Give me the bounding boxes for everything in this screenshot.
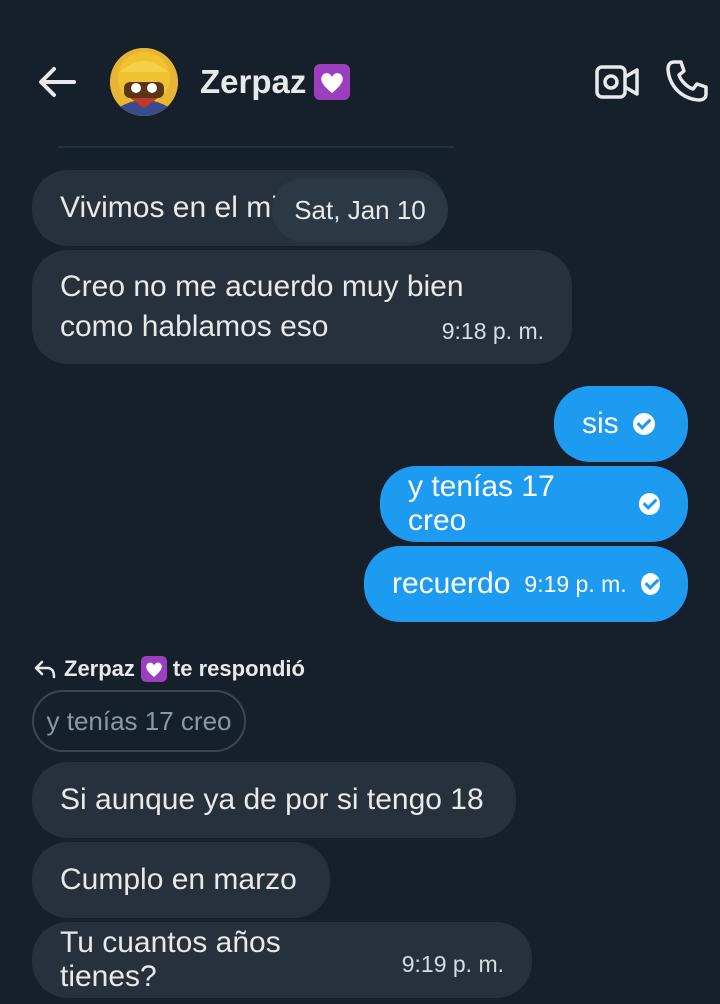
message-text-line: Creo no me acuerdo muy bien xyxy=(60,270,464,303)
message-text: Si aunque ya de por si tengo 18 xyxy=(60,783,484,816)
reply-arrow-icon xyxy=(34,660,56,679)
sent-message[interactable]: recuerdo 9:19 p. m. xyxy=(364,546,688,622)
message-time: 9:19 p. m. xyxy=(524,570,627,597)
received-message[interactable]: Cumplo en marzo xyxy=(32,842,330,918)
video-camera-icon xyxy=(595,65,639,99)
avatar-image xyxy=(110,48,178,116)
phone-icon xyxy=(666,60,708,102)
message-text: y tenías 17 creo xyxy=(408,470,555,537)
message-text: Vivimos en el mis xyxy=(60,191,293,224)
received-message[interactable]: Creo no me acuerdo muy bien como hablamo… xyxy=(32,250,572,364)
message-text: recuerdo xyxy=(392,567,511,600)
message-time: 9:18 p. m. xyxy=(441,318,544,344)
sent-message[interactable]: sis xyxy=(554,386,688,462)
reply-context: Zerpaz te respondió xyxy=(32,652,305,686)
contact-name-text: Zerpaz xyxy=(200,63,307,100)
voice-call-button[interactable] xyxy=(664,58,710,104)
check-circle-icon xyxy=(632,413,655,435)
received-message[interactable]: Si aunque ya de por si tengo 18 xyxy=(32,762,516,838)
check-circle-icon xyxy=(640,573,660,595)
message-text: sis xyxy=(582,407,619,440)
message-time: 9:19 p. m. xyxy=(401,950,504,977)
avatar[interactable] xyxy=(110,48,178,116)
check-circle-icon xyxy=(638,493,660,515)
back-button[interactable] xyxy=(36,62,80,102)
reply-suffix: te respondió xyxy=(172,656,305,681)
contact-name[interactable]: Zerpaz xyxy=(200,60,351,104)
message-text: Tu cuantos años tienes? xyxy=(60,926,281,993)
reply-author: Zerpaz xyxy=(64,656,135,681)
quoted-message[interactable]: y tenías 17 creo xyxy=(32,690,246,752)
received-message[interactable]: Tu cuantos años tienes? 9:19 p. m. xyxy=(32,922,532,998)
sent-message[interactable]: y tenías 17 creo xyxy=(380,466,688,542)
date-separator: Sat, Jan 10 xyxy=(272,178,448,242)
video-call-button[interactable] xyxy=(594,64,640,100)
heart-emoji-icon xyxy=(314,64,351,100)
heart-emoji-icon xyxy=(140,656,167,682)
message-text-line: como hablamos eso xyxy=(60,310,329,343)
arrow-left-icon xyxy=(39,67,76,97)
divider xyxy=(58,146,454,148)
message-text: Cumplo en marzo xyxy=(60,863,297,896)
chat-header: Zerpaz xyxy=(0,0,720,150)
